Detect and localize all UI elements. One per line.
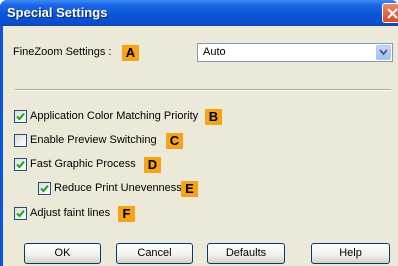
checkmark-icon (40, 184, 49, 193)
defaults-button[interactable]: Defaults (207, 243, 285, 264)
badge-d: D (144, 157, 161, 173)
finezoom-select[interactable]: Auto (197, 43, 393, 62)
dialog-title: Special Settings (7, 5, 108, 20)
help-button[interactable]: Help (311, 243, 390, 264)
option-label-application-color-matching[interactable]: Application Color Matching Priority (30, 110, 198, 122)
title-bar[interactable]: Special Settings (0, 0, 398, 26)
checkbox-application-color-matching[interactable] (14, 110, 27, 123)
badge-c: C (166, 133, 183, 149)
finezoom-select-value: Auto (203, 46, 226, 58)
close-button[interactable] (382, 3, 398, 23)
badge-b: B (205, 109, 222, 125)
chevron-down-icon (379, 49, 388, 56)
checkmark-icon (16, 160, 25, 169)
option-label-fast-graphic-process[interactable]: Fast Graphic Process (30, 158, 136, 170)
badge-e: E (181, 181, 198, 197)
special-settings-dialog: Special Settings FineZoom Settings : A A… (0, 0, 398, 266)
finezoom-label: FineZoom Settings : (13, 46, 112, 58)
badge-a: A (122, 45, 139, 61)
option-label-enable-preview-switching[interactable]: Enable Preview Switching (30, 134, 157, 146)
checkbox-fast-graphic-process[interactable] (14, 158, 27, 171)
checkmark-icon (16, 209, 25, 218)
option-label-adjust-faint-lines[interactable]: Adjust faint lines (30, 207, 110, 219)
option-label-reduce-print-unevenness[interactable]: Reduce Print Unevenness (54, 182, 182, 194)
checkbox-enable-preview-switching[interactable] (14, 134, 27, 147)
checkbox-adjust-faint-lines[interactable] (14, 207, 27, 220)
ok-button[interactable]: OK (24, 243, 101, 264)
dialog-body: FineZoom Settings : A Auto Application C… (3, 26, 398, 266)
checkmark-icon (16, 112, 25, 121)
separator (15, 89, 391, 91)
checkbox-reduce-print-unevenness[interactable] (38, 182, 51, 195)
cancel-button[interactable]: Cancel (116, 243, 193, 264)
dropdown-arrow-button[interactable] (376, 45, 391, 60)
badge-f: F (118, 206, 135, 222)
close-icon (387, 8, 398, 19)
